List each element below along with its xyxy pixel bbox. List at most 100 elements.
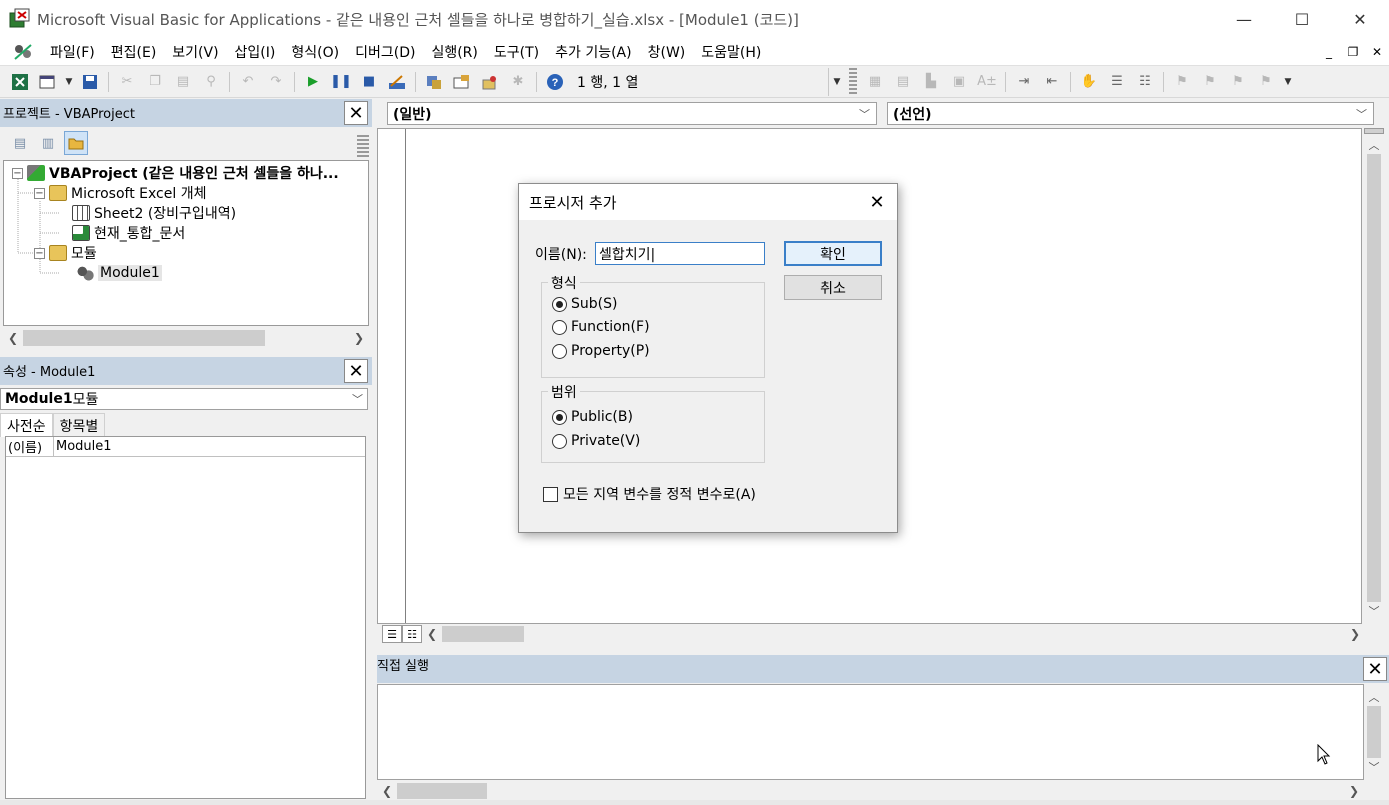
property-value[interactable]: Module1 [54, 437, 112, 456]
ok-button[interactable]: 확인 [784, 241, 882, 266]
property-row[interactable]: (이름) Module1 [6, 437, 365, 457]
cancel-button[interactable]: 취소 [784, 275, 882, 300]
scope-public-option[interactable]: Public(B) [552, 409, 633, 425]
radio-function[interactable] [552, 319, 567, 335]
tree-item-modules[interactable]: − 모듈 [34, 243, 97, 263]
cut-icon[interactable]: ✂ [115, 70, 139, 94]
radio-property[interactable] [552, 343, 567, 359]
menu-file[interactable]: 파일(F) [42, 42, 103, 62]
menu-run[interactable]: 실행(R) [423, 42, 485, 62]
reset-icon[interactable]: ■ [357, 70, 381, 94]
quick-info-icon[interactable]: ▙ [919, 70, 943, 94]
object-combo[interactable]: (일반) ﹀ [387, 102, 877, 125]
list-constants-icon[interactable]: ▤ [891, 70, 915, 94]
uncomment-block-icon[interactable]: ☷ [1133, 70, 1157, 94]
menu-insert[interactable]: 삽입(I) [227, 42, 284, 62]
menu-addins[interactable]: 추가 기능(A) [547, 42, 639, 62]
minimize-button[interactable]: — [1215, 0, 1273, 38]
type-function-option[interactable]: Function(F) [552, 319, 650, 335]
toggle-bookmark-icon[interactable]: ⚑ [1170, 70, 1194, 94]
scroll-down-icon[interactable]: ﹀ [1369, 602, 1380, 620]
scroll-thumb[interactable] [442, 626, 524, 642]
list-properties-icon[interactable]: ▦ [863, 70, 887, 94]
code-margin[interactable] [378, 129, 406, 623]
tree-item-excel-objects[interactable]: − Microsoft Excel 개체 [34, 183, 206, 203]
complete-word-icon[interactable]: A± [975, 70, 999, 94]
insert-userform-icon[interactable] [36, 70, 60, 94]
scope-private-option[interactable]: Private(V) [552, 433, 640, 449]
toolbox-icon[interactable]: ✱ [506, 70, 530, 94]
maximize-button[interactable]: ☐ [1273, 0, 1331, 38]
toggle-breakpoint-icon[interactable]: ✋ [1077, 70, 1101, 94]
save-icon[interactable] [78, 70, 102, 94]
dialog-close-button[interactable]: ✕ [865, 190, 889, 214]
code-vscrollbar[interactable]: ︿ ﹀ [1364, 136, 1384, 624]
parameter-info-icon[interactable]: ▣ [947, 70, 971, 94]
scroll-thumb[interactable] [397, 783, 487, 799]
menu-debug[interactable]: 디버그(D) [347, 42, 423, 62]
split-bar[interactable] [1364, 128, 1384, 134]
view-code-icon[interactable]: ▤ [8, 131, 32, 155]
object-browser-icon[interactable] [478, 70, 502, 94]
scroll-down-icon[interactable]: ﹀ [1369, 758, 1380, 776]
tree-item-module1[interactable]: Module1 [76, 263, 162, 283]
help-icon[interactable]: ? [543, 70, 567, 94]
static-vars-checkbox[interactable] [543, 486, 558, 502]
scroll-right-icon[interactable]: ❯ [349, 331, 369, 345]
paste-icon[interactable]: ▤ [171, 70, 195, 94]
scroll-up-icon[interactable]: ︿ [1369, 688, 1380, 706]
toolbar-options-icon[interactable]: ▼ [1282, 70, 1294, 94]
menu-view[interactable]: 보기(V) [164, 42, 226, 62]
scroll-right-icon[interactable]: ❯ [1345, 627, 1365, 641]
properties-window-icon[interactable] [450, 70, 474, 94]
vba-doc-icon[interactable] [12, 41, 34, 63]
collapse-icon[interactable]: − [12, 167, 23, 179]
scroll-left-icon[interactable]: ❮ [3, 331, 23, 345]
immediate-vscrollbar[interactable]: ︿ ﹀ [1364, 688, 1384, 780]
project-toolbar-grip[interactable] [357, 135, 369, 157]
collapse-icon[interactable]: − [34, 187, 45, 199]
dropdown-arrow-icon[interactable]: ▼ [64, 70, 74, 94]
design-mode-icon[interactable] [385, 70, 409, 94]
tree-item-thisworkbook[interactable]: 현재_통합_문서 [72, 223, 185, 243]
outdent-icon[interactable]: ⇤ [1040, 70, 1064, 94]
next-bookmark-icon[interactable]: ⚑ [1198, 70, 1222, 94]
mdi-close-button[interactable]: ✕ [1365, 45, 1389, 59]
previous-bookmark-icon[interactable]: ⚑ [1226, 70, 1250, 94]
radio-public[interactable] [552, 409, 567, 425]
tree-item-sheet2[interactable]: Sheet2 (장비구입내역) [72, 203, 236, 223]
scroll-left-icon[interactable]: ❮ [377, 784, 397, 798]
toolbar-grip[interactable] [849, 67, 857, 96]
comment-block-icon[interactable]: ☰ [1105, 70, 1129, 94]
type-property-option[interactable]: Property(P) [552, 343, 650, 359]
toggle-folders-icon[interactable] [64, 131, 88, 155]
menu-edit[interactable]: 편집(E) [103, 42, 165, 62]
scroll-thumb[interactable] [23, 330, 265, 346]
immediate-editor[interactable] [377, 684, 1364, 780]
run-icon[interactable]: ▶ [301, 70, 325, 94]
scroll-thumb[interactable] [1367, 154, 1381, 602]
collapse-icon[interactable]: − [34, 247, 45, 259]
scroll-left-icon[interactable]: ❮ [422, 627, 442, 641]
toolbar-options-icon[interactable]: ▼ [831, 70, 843, 94]
undo-icon[interactable]: ↶ [236, 70, 260, 94]
project-hscrollbar[interactable]: ❮ ❯ [3, 328, 369, 348]
object-select[interactable]: Module1 모듈 ﹀ [0, 388, 368, 410]
project-pane-close-button[interactable]: ✕ [344, 101, 368, 125]
find-icon[interactable]: ⚲ [199, 70, 223, 94]
radio-sub[interactable] [552, 296, 567, 312]
clear-bookmarks-icon[interactable]: ⚑ [1254, 70, 1278, 94]
redo-icon[interactable]: ↷ [264, 70, 288, 94]
tab-categorized[interactable]: 항목별 [52, 413, 106, 437]
radio-private[interactable] [552, 433, 567, 449]
indent-icon[interactable]: ⇥ [1012, 70, 1036, 94]
tab-alphabetic[interactable]: 사전순 [0, 413, 53, 437]
immediate-hscrollbar[interactable]: ❮ ❯ [377, 781, 1364, 801]
menu-help[interactable]: 도움말(H) [693, 42, 769, 62]
break-icon[interactable]: ❚❚ [329, 70, 353, 94]
procedure-combo[interactable]: (선언) ﹀ [887, 102, 1374, 125]
scroll-thumb[interactable] [1367, 706, 1381, 758]
mdi-minimize-button[interactable]: _ [1317, 45, 1341, 59]
full-module-view-icon[interactable]: ☷ [402, 625, 422, 643]
menu-format[interactable]: 형식(O) [283, 42, 347, 62]
